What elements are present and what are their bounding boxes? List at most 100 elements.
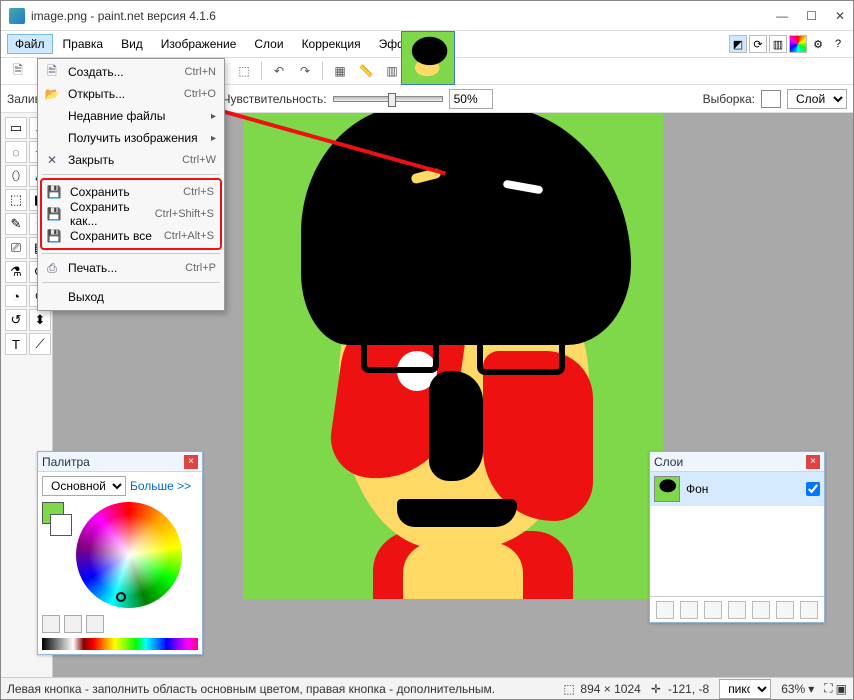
tool-lasso[interactable]: ◌ (5, 141, 27, 163)
duplicate-layer-icon[interactable] (704, 601, 722, 619)
palette-btn-3[interactable] (86, 615, 104, 633)
menu-item-close[interactable]: ✕ Закрыть Ctrl+W (40, 149, 222, 171)
status-hint: Левая кнопка - заполнить область основны… (7, 682, 495, 696)
color-wheel[interactable] (76, 502, 182, 608)
pixel-grid-icon[interactable]: ▥ (381, 60, 403, 82)
dimensions-icon: ⬚ (563, 682, 577, 696)
layers-panel[interactable]: Слои × Фон (649, 451, 825, 623)
sensitivity-value[interactable] (449, 89, 493, 109)
color-swatches[interactable] (42, 502, 70, 608)
palette-close-icon[interactable]: × (184, 455, 198, 469)
toggle-layers-icon[interactable]: ▥ (769, 35, 787, 53)
window-toggles: ◩ ⟳ ▥ ⚙ ? (729, 35, 847, 53)
redo-icon[interactable]: ↷ (294, 60, 316, 82)
layer-visible-checkbox[interactable] (806, 482, 820, 496)
menu-item-create[interactable]: 🗎 Создать... Ctrl+N (40, 61, 222, 83)
tool-curve[interactable]: ⟋ (29, 333, 51, 355)
menu-bar: Файл Правка Вид Изображение Слои Коррекц… (1, 31, 853, 57)
menu-item-recent[interactable]: Недавние файлы (40, 105, 222, 127)
menu-file[interactable]: Файл (7, 34, 53, 54)
new-file-icon: 🗎 (42, 62, 62, 82)
maximize-button[interactable]: ☐ (806, 9, 817, 23)
unit-select[interactable]: пикс (719, 679, 771, 699)
close-button[interactable]: ✕ (835, 9, 845, 23)
palette-btn-1[interactable] (42, 615, 60, 633)
tool-pencil[interactable]: ✎ (5, 213, 27, 235)
save-group-highlight: 💾 Сохранить Ctrl+S 💾 Сохранить как... Ct… (40, 178, 222, 250)
layers-toolbar (650, 596, 824, 622)
tool-rect-select[interactable]: ▭ (5, 117, 27, 139)
move-up-icon[interactable] (752, 601, 770, 619)
selection-label: Выборка: (703, 92, 755, 106)
layers-title: Слои (654, 455, 806, 469)
menu-item-open[interactable]: 📂 Открыть... Ctrl+O (40, 83, 222, 105)
menu-view[interactable]: Вид (113, 34, 151, 54)
add-layer-icon[interactable] (656, 601, 674, 619)
tool-eraser[interactable]: ⎚ (5, 237, 27, 259)
tool-bucket[interactable]: ⚗ (5, 261, 27, 283)
toggle-history-icon[interactable]: ⟳ (749, 35, 767, 53)
sensitivity-label: Чувствительность: (223, 92, 327, 106)
document-thumbnail[interactable] (401, 31, 455, 85)
print-file-icon: ⎙ (42, 258, 62, 278)
tool-ellipse-select[interactable]: ⬯ (5, 165, 27, 187)
fit-window-icon[interactable]: ⛶ (824, 681, 832, 696)
merge-layer-icon[interactable] (728, 601, 746, 619)
layer-thumbnail (654, 476, 680, 502)
menu-item-print[interactable]: ⎙ Печать... Ctrl+P (40, 257, 222, 279)
menu-edit[interactable]: Правка (55, 34, 112, 54)
minimize-button[interactable]: — (776, 9, 788, 23)
secondary-color-swatch[interactable] (50, 514, 72, 536)
title-bar: image.png - paint.net версия 4.1.6 — ☐ ✕ (1, 1, 853, 31)
actual-size-icon[interactable]: ▣ (836, 682, 847, 696)
layers-close-icon[interactable]: × (806, 455, 820, 469)
selection-mode-select[interactable]: Слой (787, 89, 847, 109)
menu-adjust[interactable]: Коррекция (294, 34, 369, 54)
tool-clone[interactable]: ◔ (5, 285, 27, 307)
tool-color-picker[interactable]: ↺ (5, 309, 27, 331)
status-cursor: -121, -8 (668, 682, 709, 696)
layer-properties-icon[interactable] (800, 601, 818, 619)
menu-item-save-all[interactable]: 💾 Сохранить все Ctrl+Alt+S (42, 225, 220, 247)
menu-layers[interactable]: Слои (246, 34, 291, 54)
toggle-colors-icon[interactable] (789, 35, 807, 53)
delete-layer-icon[interactable] (680, 601, 698, 619)
move-down-icon[interactable] (776, 601, 794, 619)
menu-item-get-images[interactable]: Получить изображения (40, 127, 222, 149)
ruler-icon[interactable]: 📏 (355, 60, 377, 82)
palette-title: Палитра (42, 455, 184, 469)
palette-more-link[interactable]: Больше >> (130, 479, 191, 493)
status-bar: Левая кнопка - заполнить область основны… (1, 677, 853, 699)
help-icon[interactable]: ? (829, 35, 847, 53)
sensitivity-slider[interactable] (333, 96, 443, 102)
menu-image[interactable]: Изображение (153, 34, 245, 54)
tool-text[interactable]: T (5, 333, 27, 355)
zoom-dropdown-icon[interactable]: ▾ (808, 682, 814, 696)
tool-line[interactable]: ⬍ (29, 309, 51, 331)
menu-item-exit[interactable]: Выход (40, 286, 222, 308)
layer-row[interactable]: Фон (650, 472, 824, 506)
palette-btn-2[interactable] (64, 615, 82, 633)
open-file-icon: 📂 (42, 84, 62, 104)
settings-icon[interactable]: ⚙ (809, 35, 827, 53)
save-file-icon: 💾 (44, 182, 64, 202)
cursor-icon: ✛ (651, 682, 665, 696)
undo-icon[interactable]: ↶ (268, 60, 290, 82)
deselect-icon[interactable]: ⬚ (233, 60, 255, 82)
palette-panel[interactable]: Палитра × Основной Больше >> (37, 451, 203, 655)
grid-icon[interactable]: ▦ (329, 60, 351, 82)
app-window: image.png - paint.net версия 4.1.6 — ☐ ✕… (0, 0, 854, 700)
menu-item-save-as[interactable]: 💾 Сохранить как... Ctrl+Shift+S (42, 203, 220, 225)
tool-zoom[interactable]: ⬚ (5, 189, 27, 211)
close-file-icon: ✕ (42, 150, 62, 170)
status-dimensions: 894 × 1024 (580, 682, 640, 696)
image-content (243, 113, 663, 599)
toggle-tools-icon[interactable]: ◩ (729, 35, 747, 53)
layer-name: Фон (686, 482, 800, 496)
palette-mode-select[interactable]: Основной (42, 476, 126, 496)
new-icon[interactable]: 🗎 (7, 60, 29, 82)
canvas[interactable] (243, 113, 663, 599)
palette-color-strip[interactable] (42, 638, 198, 650)
selection-preview[interactable] (761, 90, 781, 108)
app-icon (9, 8, 25, 24)
